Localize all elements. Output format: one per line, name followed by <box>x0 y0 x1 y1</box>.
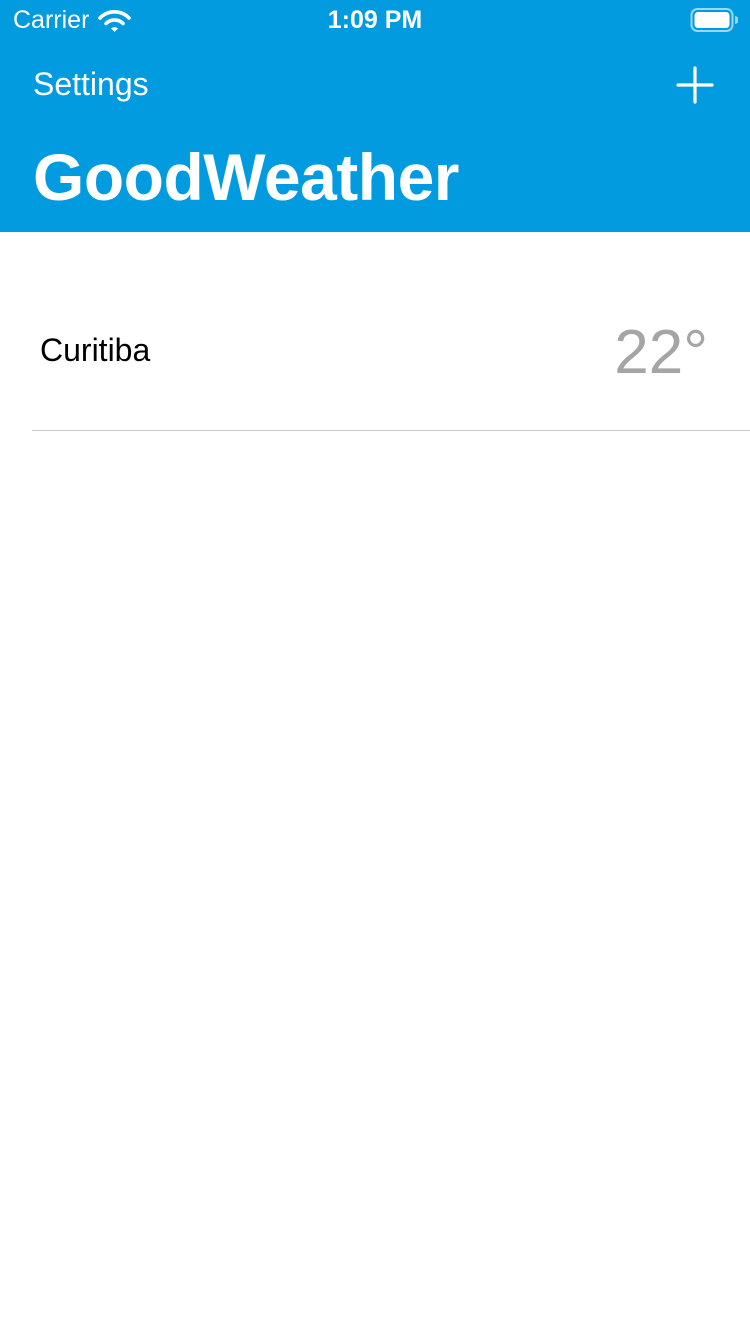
plus-icon[interactable] <box>670 60 720 110</box>
city-list: Curitiba 22° <box>0 232 750 431</box>
status-bar: Carrier 1:09 PM <box>0 0 750 40</box>
battery-icon <box>690 8 738 32</box>
city-name: Curitiba <box>40 332 151 368</box>
temperature-value: 22° <box>614 318 708 387</box>
navigation-header: Carrier 1:09 PM Settings GoodWeather <box>0 0 750 232</box>
app-screen: Carrier 1:09 PM Settings GoodWeather Cur… <box>0 0 750 1334</box>
table-row[interactable]: Curitiba 22° <box>0 232 750 431</box>
row-divider <box>32 430 750 431</box>
settings-button[interactable]: Settings <box>33 64 149 104</box>
status-time: 1:09 PM <box>327 6 423 34</box>
page-title: GoodWeather <box>33 140 459 214</box>
